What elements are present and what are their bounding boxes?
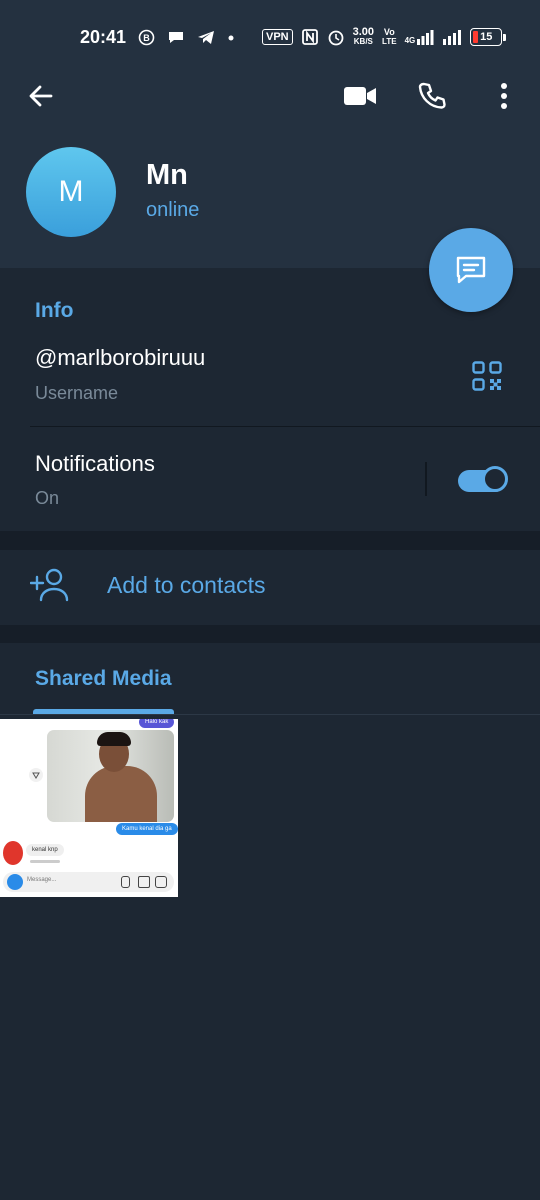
dot-icon <box>228 35 234 40</box>
message-fab-button[interactable] <box>429 228 513 312</box>
arrow-left-icon <box>29 85 53 107</box>
username-value: @marlborobiruuu <box>35 345 206 370</box>
section-gap <box>0 531 540 550</box>
profile-status: online <box>146 199 200 221</box>
add-to-contacts-label: Add to contacts <box>107 572 266 598</box>
notifications-value: On <box>35 488 60 508</box>
qr-code-button[interactable] <box>466 355 508 397</box>
nfc-icon <box>301 29 318 45</box>
thumb-sticker-icon <box>155 876 167 888</box>
tab-shared-media[interactable]: Shared Media <box>35 667 172 691</box>
vpn-badge: VPN <box>262 29 293 45</box>
thumb-camera-icon <box>7 874 23 890</box>
thumb-redacted-avatar <box>3 841 23 865</box>
thumb-bubble-top: Halo kak <box>139 719 175 728</box>
volte-indicator: Vo LTE <box>382 27 397 46</box>
message-icon <box>456 256 486 284</box>
signal-bars-icon <box>417 30 434 45</box>
chat-bubble-icon <box>169 31 183 43</box>
b-app-icon: B <box>138 29 155 45</box>
network-speed: 3.00 KB/S <box>352 26 375 47</box>
avatar-initial: M <box>58 175 84 208</box>
voice-call-button[interactable] <box>410 75 454 117</box>
notifications-row[interactable] <box>0 427 425 531</box>
thumb-mic-icon <box>121 876 130 888</box>
thumb-share-icon <box>29 768 43 782</box>
thumb-photo <box>47 730 174 822</box>
battery-indicator: 15 <box>470 28 507 46</box>
status-system-icons: VPN 3.00 KB/S Vo LTE 4G 15 <box>262 22 507 52</box>
notifications-label: Notifications <box>35 451 155 476</box>
video-call-button[interactable] <box>338 75 382 117</box>
svg-text:B: B <box>143 33 150 43</box>
thumb-message-placeholder: Message... <box>27 877 57 883</box>
qr-code-icon <box>472 361 502 391</box>
info-section-title: Info <box>35 299 74 322</box>
telegram-icon <box>198 30 214 44</box>
toggle-knob <box>482 466 508 492</box>
add-user-icon <box>29 568 70 607</box>
add-to-contacts-button[interactable] <box>0 550 540 625</box>
profile-name: Mn <box>146 159 188 191</box>
thumb-bubble-incoming: kenal knp <box>26 844 64 856</box>
more-vertical-icon <box>501 83 507 109</box>
thumb-bubble-reply: Kamu kenal dia ga <box>116 823 178 835</box>
shared-media-thumbnail[interactable]: Halo kak Kamu kenal dia ga kenal knp Mes… <box>0 719 178 897</box>
status-notification-icons: B <box>138 22 235 52</box>
avatar[interactable]: M <box>26 147 116 237</box>
signal-4g: 4G <box>405 29 435 45</box>
vertical-divider <box>425 462 427 496</box>
username-caption: Username <box>35 383 119 403</box>
alarm-icon <box>328 30 344 46</box>
more-options-button[interactable] <box>488 75 520 117</box>
signal-bars-icon <box>443 30 462 45</box>
thumb-gallery-icon <box>138 876 150 888</box>
back-button[interactable] <box>20 75 62 117</box>
video-camera-icon <box>344 87 376 105</box>
section-gap <box>0 625 540 643</box>
tab-divider <box>0 714 540 715</box>
phone-icon <box>418 82 446 109</box>
status-time: 20:41 <box>80 26 127 47</box>
